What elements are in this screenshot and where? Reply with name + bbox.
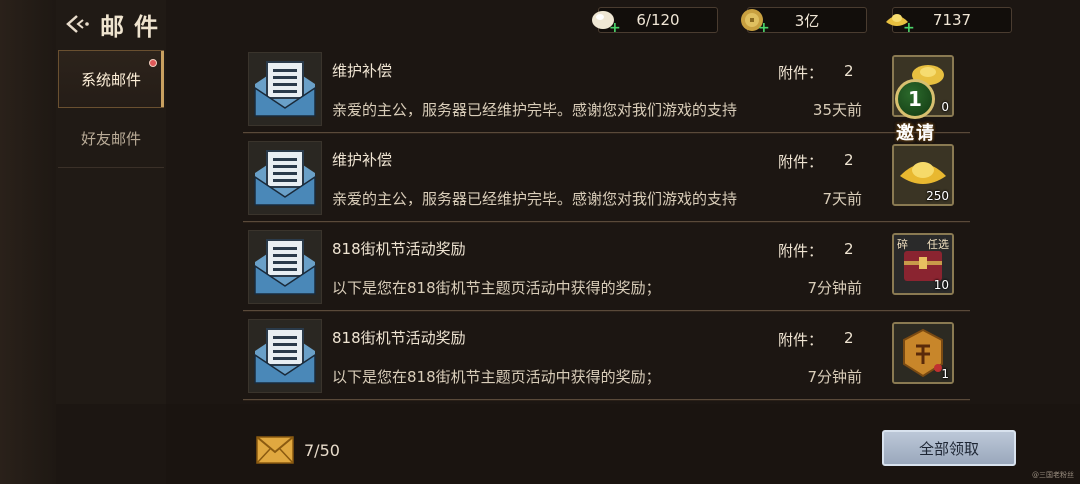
mail-preview: 以下是您在818街机节主题页活动中获得的奖励；: [332, 279, 661, 297]
attachment-count: 2: [844, 240, 854, 258]
mail-count-area: 7/50: [256, 436, 340, 464]
invite-badge[interactable]: 1 邀请: [885, 77, 947, 147]
reward-count: 250: [926, 189, 949, 203]
reward-slot[interactable]: 碎 任选 10: [892, 233, 954, 295]
mail-envelope-icon[interactable]: [248, 52, 322, 126]
mail-preview: 亲爱的主公，服务器已经维护完毕。感谢您对我们游戏的支持: [332, 190, 738, 208]
mail-preview: 亲爱的主公，服务器已经维护完毕。感谢您对我们游戏的支持: [332, 101, 738, 119]
mail-count: 7/50: [304, 440, 340, 460]
resource-gold-ingot: + 7137: [886, 7, 1012, 36]
mail-title: 818街机节活动奖励: [332, 329, 466, 347]
mail-envelope-icon[interactable]: [248, 319, 322, 393]
mail-envelope-icon[interactable]: [248, 230, 322, 304]
header: 邮件: [64, 6, 168, 42]
mail-title: 维护补偿: [332, 151, 393, 169]
attachment-label: 附件：: [778, 64, 824, 82]
attachment-count: 2: [844, 151, 854, 169]
claim-all-button[interactable]: 全部领取: [882, 430, 1016, 466]
reward-tag: 碎: [897, 238, 908, 251]
reward-count: 10: [933, 278, 949, 292]
sidebar-item-friend-mail[interactable]: 好友邮件: [58, 110, 164, 168]
mail-preview: 以下是您在818街机节主题页活动中获得的奖励；: [332, 368, 661, 386]
resource-pearl: + 6/120: [592, 7, 718, 36]
page-title: 邮件: [100, 11, 168, 41]
mail-time: 7分钟前: [807, 368, 862, 386]
resource-value: 7137: [932, 11, 972, 29]
resource-value: 6/120: [636, 11, 680, 29]
sidebar-item-label: 系统邮件: [80, 70, 141, 89]
mail-time: 7天前: [822, 190, 862, 208]
mail-title: 818街机节活动奖励: [332, 240, 466, 258]
sidebar-item-system-mail[interactable]: 系统邮件: [58, 50, 164, 108]
mail-row[interactable]: 维护补偿 亲爱的主公，服务器已经维护完毕。感谢您对我们游戏的支持 附件： 2 7…: [243, 133, 970, 223]
invite-label: 邀请: [896, 123, 936, 144]
plus-icon[interactable]: +: [903, 20, 915, 36]
mail-time: 7分钟前: [807, 279, 862, 297]
attachment-label: 附件：: [778, 242, 824, 260]
mail-title: 维护补偿: [332, 62, 393, 80]
invite-count: 1: [895, 79, 935, 119]
mail-row[interactable]: 818街机节活动奖励 以下是您在818街机节主题页活动中获得的奖励； 附件： 2…: [243, 222, 970, 312]
mail-envelope-icon[interactable]: [248, 141, 322, 215]
mail-list: 维护补偿 亲爱的主公，服务器已经维护完毕。感谢您对我们游戏的支持 附件： 2 3…: [243, 44, 970, 401]
back-arrow-icon[interactable]: [64, 10, 92, 38]
reward-slot[interactable]: 1: [892, 322, 954, 384]
attachment-count: 2: [844, 62, 854, 80]
plus-icon[interactable]: +: [758, 20, 770, 36]
resource-value: 3亿: [794, 11, 820, 30]
plus-icon[interactable]: +: [609, 20, 621, 36]
resource-coin: + 3亿: [741, 7, 867, 36]
reward-count: 1: [941, 367, 949, 381]
reward-tag: 任选: [927, 238, 949, 251]
reward-slot[interactable]: 250: [892, 144, 954, 206]
attachment-count: 2: [844, 329, 854, 347]
mail-time: 35天前: [812, 101, 862, 119]
attachment-label: 附件：: [778, 331, 824, 349]
sidebar-item-label: 好友邮件: [80, 130, 141, 148]
envelope-icon: [256, 436, 294, 464]
attachment-label: 附件：: [778, 153, 824, 171]
watermark: @三国老粉丝: [1032, 471, 1074, 479]
notification-dot: [149, 59, 157, 67]
mail-row[interactable]: 维护补偿 亲爱的主公，服务器已经维护完毕。感谢您对我们游戏的支持 附件： 2 3…: [243, 44, 970, 134]
left-edge-panel: [0, 0, 56, 484]
mail-row[interactable]: 818街机节活动奖励 以下是您在818街机节主题页活动中获得的奖励； 附件： 2…: [243, 311, 970, 401]
